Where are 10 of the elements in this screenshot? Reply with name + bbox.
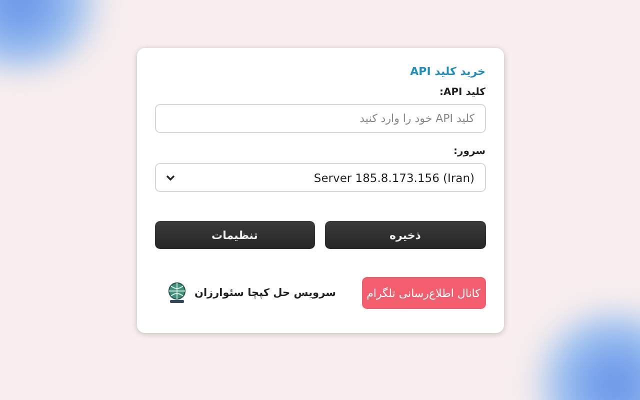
api-key-label: کلید API: [439, 87, 486, 98]
action-button[interactable]: تنظیمات [154, 221, 315, 249]
api-key-field[interactable]: کلید API خود را وارد کنید [154, 104, 486, 133]
brand-name: سرویس حل کپچا سئوارزان [194, 287, 336, 299]
chevron-down-icon [166, 174, 174, 180]
server-select[interactable]: Server 185.8.173.156 (Iran) [154, 163, 486, 192]
action-button[interactable]: ذخیره [325, 221, 486, 249]
globe-logo-icon [166, 282, 186, 304]
buy-api-key-link[interactable]: خرید کلید API [410, 65, 486, 78]
server-label: سرور: [453, 146, 486, 157]
